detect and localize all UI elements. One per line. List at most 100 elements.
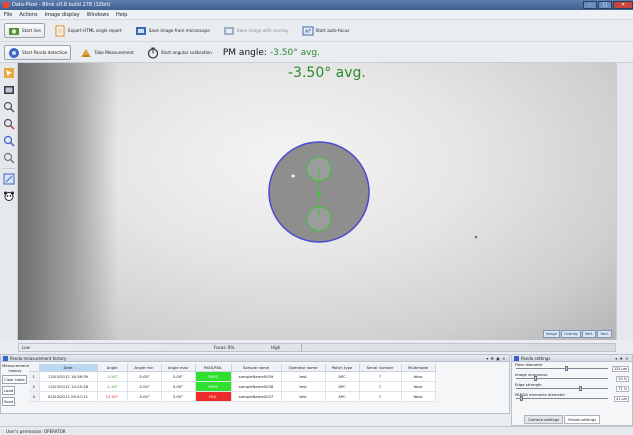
cell-operator-name: test bbox=[281, 381, 326, 392]
status-bar: User's permission: OPERATOR bbox=[0, 426, 633, 435]
col-angle-min[interactable]: Angle min bbox=[127, 364, 162, 372]
panda-icon bbox=[4, 191, 14, 201]
panel-controls[interactable]: ▾ ✥ ✕ bbox=[615, 356, 629, 361]
focus-low-label: Low bbox=[22, 345, 30, 350]
zoom-out-tool[interactable] bbox=[2, 117, 16, 131]
save-image-button[interactable]: Save image from microscope bbox=[131, 23, 214, 38]
slider-handle[interactable] bbox=[533, 376, 537, 381]
zoom-fit-tool[interactable] bbox=[2, 134, 16, 148]
table-row[interactable]: 4 02/03/2012 09:47:21 12.00° -5.00° 5.00… bbox=[29, 391, 436, 402]
row-number-header bbox=[29, 364, 40, 372]
row-number: 4 bbox=[29, 391, 40, 402]
zoom-in-tool[interactable] bbox=[2, 100, 16, 114]
window-titlebar: Data-Pixel - Blink v0.8 build 278 (32bit… bbox=[0, 0, 633, 10]
image-sharpness-setting: Image sharpness 20 % bbox=[515, 372, 629, 382]
settings-panel-icon bbox=[514, 355, 519, 361]
image-tool[interactable] bbox=[2, 83, 16, 97]
cell-angle-min: -5.00° bbox=[127, 371, 162, 382]
start-live-button[interactable]: Start live bbox=[4, 23, 45, 38]
view-overlay-button[interactable]: Overlay bbox=[561, 330, 582, 338]
settings-panel-title: Panda settings ▾ ✥ ✕ bbox=[512, 355, 632, 362]
cell-serial-number: 7 bbox=[359, 371, 402, 382]
pointer-tool[interactable] bbox=[2, 66, 16, 80]
tab-panda-settings[interactable]: Panda settings bbox=[564, 415, 601, 424]
history-side-title: Measurements history bbox=[2, 363, 31, 373]
panda-toolbar: Start Panda detection Take Measurement S… bbox=[0, 43, 633, 63]
autofocus-button[interactable]: AF Start auto-focus bbox=[298, 23, 354, 38]
measure-icon bbox=[81, 48, 92, 57]
table-row[interactable]: 1 12/03/2012 16:38:39 -3.50° -5.00° 5.00… bbox=[29, 371, 436, 382]
fiber-diameter-slider[interactable] bbox=[516, 368, 608, 369]
dust-speck bbox=[291, 174, 295, 178]
overlay-angle-text: -3.50° avg. bbox=[288, 65, 366, 81]
load-button[interactable]: Load bbox=[2, 386, 16, 395]
panda-diameter-setting: PANDA elements diameter 41 µm bbox=[515, 392, 629, 402]
status-text: User's permission: OPERATOR bbox=[6, 428, 66, 434]
maximize-icon[interactable]: □ bbox=[598, 1, 612, 9]
export-html-report-button[interactable]: Export HTML angle report bbox=[50, 23, 126, 38]
col-sample-name[interactable]: Sample name bbox=[231, 364, 282, 372]
menu-bar: File Actions Image display Windows Help bbox=[0, 10, 633, 20]
minimize-icon[interactable]: – bbox=[583, 1, 597, 9]
start-panda-detection-button[interactable]: Start Panda detection bbox=[4, 45, 72, 60]
save-image-icon bbox=[135, 26, 146, 35]
slider-handle[interactable] bbox=[564, 366, 568, 371]
cell-polish-type: APC bbox=[325, 381, 360, 392]
save-button[interactable]: Save bbox=[2, 397, 16, 406]
col-polish-type[interactable]: Polish type bbox=[325, 364, 360, 372]
panda-diameter-slider[interactable] bbox=[516, 398, 608, 399]
measurement-history-panel: Panda measurement history ▾ ✥ ▣ ✕ Measur… bbox=[0, 354, 510, 414]
clear-table-button[interactable]: Clear table bbox=[2, 375, 27, 384]
row-number: 1 bbox=[29, 371, 40, 382]
fiber-overlay bbox=[268, 141, 478, 243]
cell-sample-name: sampleName0038 bbox=[231, 381, 282, 392]
view-image-button[interactable]: Image bbox=[542, 330, 561, 338]
col-multimode[interactable]: Multimode bbox=[401, 364, 436, 372]
save-overlay-button[interactable]: Save image with overlay bbox=[219, 23, 293, 38]
panel-controls[interactable]: ▾ ✥ ▣ ✕ bbox=[486, 356, 506, 361]
pointer-icon bbox=[4, 68, 14, 78]
image-sharpness-slider[interactable] bbox=[516, 378, 608, 379]
panda-tool[interactable] bbox=[2, 189, 16, 203]
fiber-diameter-setting: Fiber diameter 125 µm bbox=[515, 362, 629, 372]
table-row[interactable]: 2 12/03/2012 14:25:26 -1.10° -5.00° 5.00… bbox=[29, 381, 436, 392]
camera-icon bbox=[9, 27, 19, 35]
col-date[interactable]: Date bbox=[39, 364, 98, 372]
take-measurement-button[interactable]: Take Measurement bbox=[76, 45, 137, 60]
left-tool-palette bbox=[0, 63, 18, 340]
slider-handle[interactable] bbox=[579, 386, 583, 391]
view-horizontal-button[interactable]: Hori. bbox=[597, 330, 612, 338]
close-icon[interactable]: ✕ bbox=[613, 1, 633, 9]
view-vertical-button[interactable]: Vert. bbox=[582, 330, 597, 338]
menu-actions[interactable]: Actions bbox=[19, 12, 37, 18]
history-panel-title: Panda measurement history ▾ ✥ ▣ ✕ bbox=[1, 355, 509, 362]
col-serial-number[interactable]: Serial number bbox=[359, 364, 402, 372]
history-side-controls: Measurements history Clear table Load Sa… bbox=[2, 363, 31, 406]
cell-multimode: false bbox=[401, 391, 436, 402]
menu-help[interactable]: Help bbox=[116, 12, 127, 18]
col-pass-fail[interactable]: PASS/FAIL bbox=[195, 364, 232, 372]
panda-diameter-value[interactable]: 41 µm bbox=[614, 396, 629, 402]
pm-angle-label: PM angle: bbox=[222, 47, 267, 58]
tool-separator bbox=[2, 168, 15, 169]
fiber-core bbox=[317, 192, 321, 196]
col-angle-max[interactable]: Angle max bbox=[161, 364, 196, 372]
zoom-reset-tool[interactable] bbox=[2, 151, 16, 165]
microscope-image-view[interactable]: -3.50° avg. Image Overlay Vert. Hori. bbox=[18, 63, 616, 340]
cell-polish-type: APC bbox=[325, 391, 360, 402]
col-angle[interactable]: Angle bbox=[97, 364, 128, 372]
angular-calibration-button[interactable]: Start angular calibration bbox=[143, 45, 216, 60]
menu-file[interactable]: File bbox=[4, 12, 12, 18]
history-table: Date Angle Angle min Angle max PASS/FAIL… bbox=[29, 364, 436, 402]
edge-strength-slider[interactable] bbox=[516, 388, 608, 389]
cell-angle-max: 5.00° bbox=[161, 381, 196, 392]
slider-handle[interactable] bbox=[520, 396, 524, 401]
measure-tool[interactable] bbox=[2, 172, 16, 186]
row-number: 2 bbox=[29, 381, 40, 392]
right-dock-strip bbox=[616, 63, 633, 340]
col-operator-name[interactable]: Operator name bbox=[281, 364, 326, 372]
tab-camera-settings[interactable]: Camera settings bbox=[524, 415, 564, 424]
menu-windows[interactable]: Windows bbox=[87, 12, 109, 18]
menu-image-display[interactable]: Image display bbox=[45, 12, 80, 18]
cell-date: 02/03/2012 09:47:21 bbox=[39, 391, 98, 402]
